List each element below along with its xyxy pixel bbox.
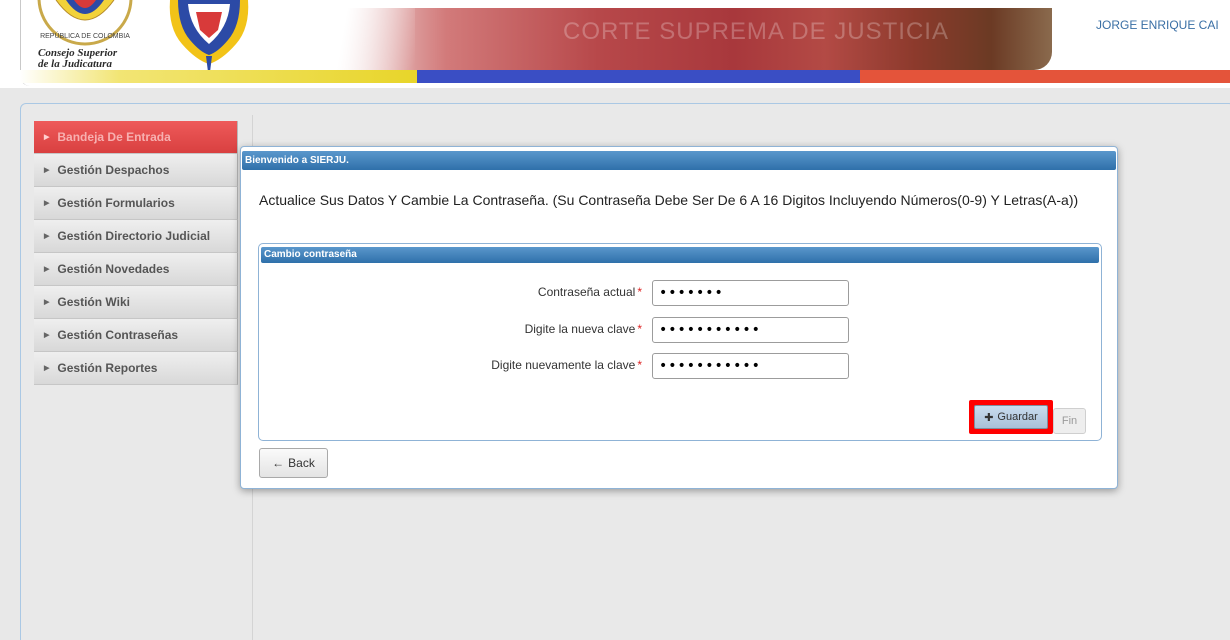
welcome-dialog: Bienvenido a SIERJU. Actualice Sus Datos… [240,146,1118,489]
logo-text-line2: de la Judicatura [38,58,112,70]
caret-right-icon: ▶ [44,332,50,339]
form-row-new-password: Digite la nueva clave * [259,317,1099,343]
field-label-text: Digite la nueva clave [524,322,636,336]
confirm-password-input[interactable] [652,353,849,379]
caret-right-icon: ▶ [44,299,50,306]
plus-icon: ✚ [984,411,994,424]
save-button-label: Guardar [997,411,1038,423]
header: REPÚBLICA DE COLOMBIA Consejo Superior d… [0,0,1230,88]
guardar-highlight: ✚ Guardar [969,400,1053,434]
caret-right-icon: ▶ [44,266,50,273]
sidebar-item-gestion-novedades[interactable]: ▶ Gestión Novedades [34,253,238,286]
required-marker: * [637,285,642,299]
sidebar: ▶ Bandeja De Entrada ▶ Gestión Despachos… [34,121,238,385]
dialog-message: Actualice Sus Datos Y Cambie La Contrase… [259,192,1079,208]
sidebar-item-gestion-reportes[interactable]: ▶ Gestión Reportes [34,352,238,385]
sidebar-item-label: Gestión Contraseñas [57,328,179,342]
caret-right-icon: ▶ [44,200,50,207]
flag-stripe-red [860,70,1230,83]
sidebar-item-label: Gestión Formularios [57,196,175,210]
confirm-password-label: Digite nuevamente la clave * [491,358,642,372]
caret-right-icon: ▶ [44,167,50,174]
current-password-label: Contraseña actual * [538,285,642,299]
back-button-label: Back [288,456,315,470]
new-password-label: Digite la nueva clave * [525,322,642,336]
fieldset-title: Cambio contraseña [261,247,1099,263]
back-button[interactable]: ← Back [259,448,328,478]
new-password-input[interactable] [652,317,849,343]
user-name[interactable]: JORGE ENRIQUE CAI [1096,18,1219,32]
sidebar-item-gestion-formularios[interactable]: ▶ Gestión Formularios [34,187,238,220]
header-banner: CORTE SUPREMA DE JUSTICIA [295,8,1052,70]
form-row-current-password: Contraseña actual * [259,280,1099,306]
required-marker: * [637,322,642,336]
current-password-input[interactable] [652,280,849,306]
sidebar-item-gestion-wiki[interactable]: ▶ Gestión Wiki [34,286,238,319]
arrow-left-icon: ← [272,456,285,470]
sidebar-item-label: Gestión Despachos [57,163,170,177]
password-change-fieldset: Cambio contraseña Contraseña actual * Dig… [258,243,1102,441]
coat-of-arms-icon [169,0,249,72]
flag-stripe-yellow [20,70,417,83]
sidebar-item-label: Bandeja De Entrada [57,130,171,144]
sidebar-item-label: Gestión Directorio Judicial [57,229,211,243]
field-label-text: Contraseña actual [537,285,636,299]
logo-text: Consejo Superior de la Judicatura [38,48,117,70]
dialog-title[interactable]: Bienvenido a SIERJU. [242,151,1116,170]
field-label-text: Digite nuevamente la clave [491,358,636,372]
flag-stripe-blue [417,70,860,83]
banner-text: CORTE SUPREMA DE JUSTICIA [563,18,949,45]
sidebar-item-gestion-directorio-judicial[interactable]: ▶ Gestión Directorio Judicial [34,220,238,253]
caret-right-icon: ▶ [44,365,50,372]
sidebar-item-gestion-contrasenas[interactable]: ▶ Gestión Contraseñas [34,319,238,352]
form-row-confirm-password: Digite nuevamente la clave * [259,353,1099,379]
sidebar-item-gestion-despachos[interactable]: ▶ Gestión Despachos [34,154,238,187]
save-button[interactable]: ✚ Guardar [974,405,1048,429]
fin-button[interactable]: Fin [1053,408,1086,434]
colombia-seal-logo: REPÚBLICA DE COLOMBIA [37,0,133,46]
sidebar-item-bandeja-de-entrada[interactable]: ▶ Bandeja De Entrada [34,121,238,154]
required-marker: * [637,358,642,372]
caret-right-icon: ▶ [44,233,50,240]
caret-right-icon: ▶ [44,134,50,141]
sidebar-item-label: Gestión Wiki [57,295,130,309]
sidebar-item-label: Gestión Novedades [57,262,170,276]
sidebar-item-label: Gestión Reportes [57,361,158,375]
svg-text:REPÚBLICA DE COLOMBIA: REPÚBLICA DE COLOMBIA [40,31,130,40]
